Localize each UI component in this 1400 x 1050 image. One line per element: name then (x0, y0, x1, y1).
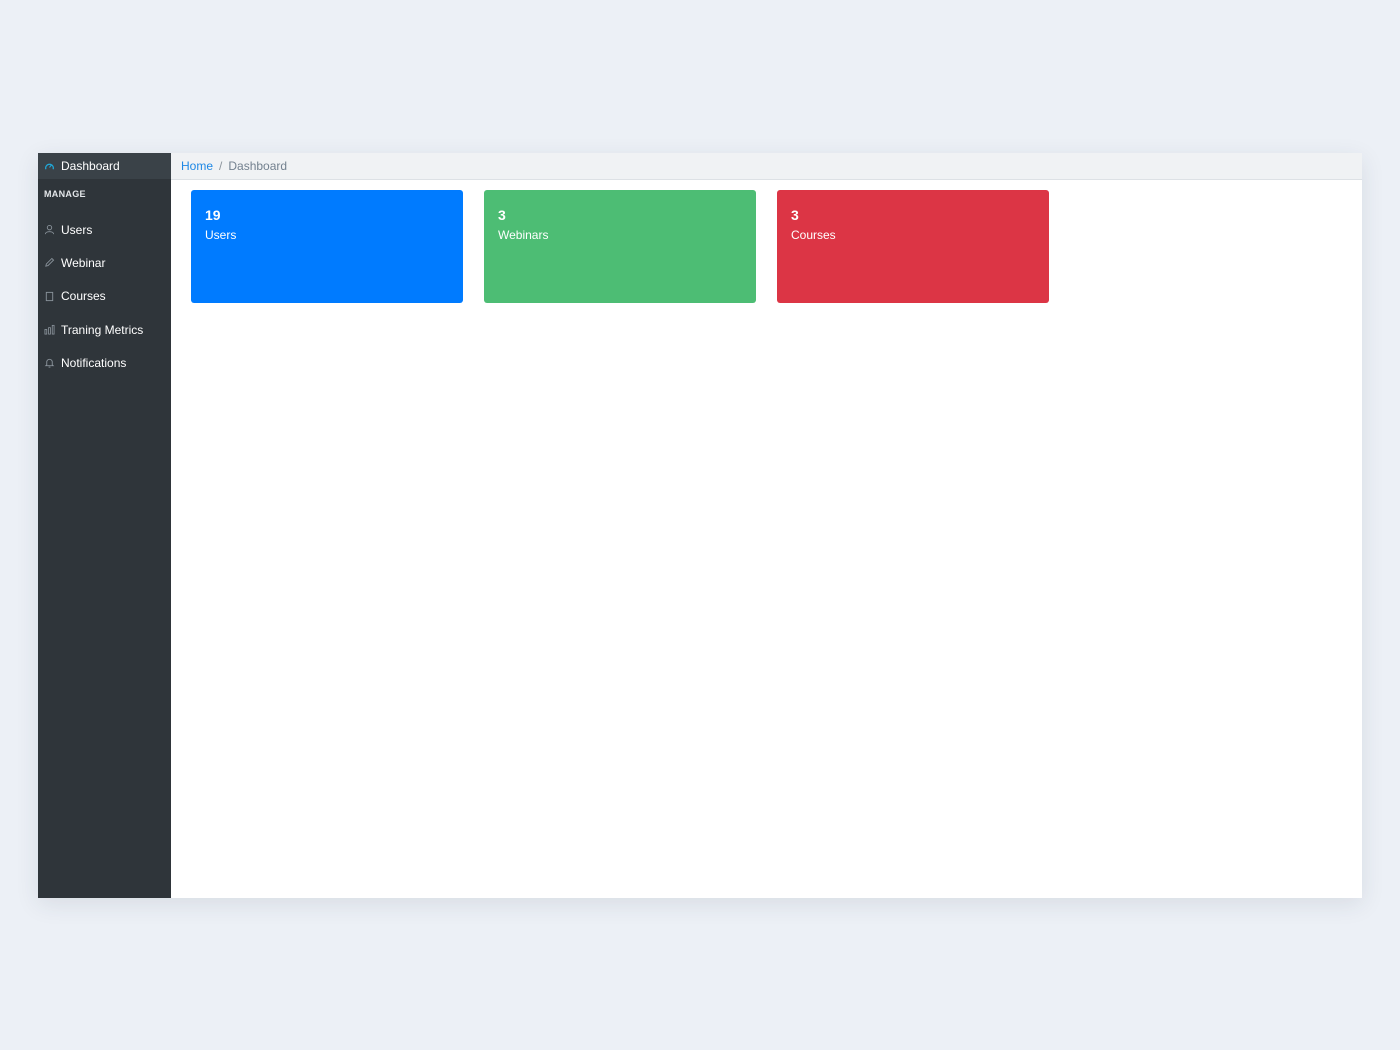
sidebar-item-label: Dashboard (61, 159, 120, 173)
bell-icon (44, 357, 55, 368)
sidebar-item-courses[interactable]: Courses (38, 280, 171, 313)
sidebar-item-dashboard[interactable]: Dashboard (38, 153, 171, 179)
users-stat-card[interactable]: 19 Users (191, 190, 463, 303)
pencil-icon (44, 257, 55, 268)
sidebar: Dashboard MANAGE Users Webinar Courses T… (38, 153, 171, 898)
user-icon (44, 224, 55, 235)
stat-label: Users (205, 228, 237, 242)
sidebar-section-title: MANAGE (44, 189, 86, 199)
app-window: Dashboard MANAGE Users Webinar Courses T… (38, 153, 1362, 898)
book-icon (44, 291, 55, 302)
bar-chart-icon (44, 324, 55, 335)
stat-value: 3 (498, 207, 506, 223)
sidebar-item-label: Courses (61, 289, 106, 304)
breadcrumb-home-link[interactable]: Home (181, 159, 213, 173)
speedometer-icon (44, 161, 55, 172)
sidebar-item-training-metrics[interactable]: Traning Metrics (38, 313, 171, 346)
sidebar-item-label: Users (61, 222, 93, 237)
stat-label: Webinars (498, 228, 549, 242)
sidebar-item-users[interactable]: Users (38, 213, 171, 246)
stat-cards: 19 Users 3 Webinars 3 Courses (171, 180, 1362, 303)
sidebar-item-webinar[interactable]: Webinar (38, 246, 171, 279)
breadcrumb: Home / Dashboard (171, 153, 1362, 180)
sidebar-item-label: Notifications (61, 355, 127, 370)
courses-stat-card[interactable]: 3 Courses (777, 190, 1049, 303)
sidebar-item-notifications[interactable]: Notifications (38, 346, 171, 379)
stat-label: Courses (791, 228, 836, 242)
stat-value: 3 (791, 207, 799, 223)
breadcrumb-current: Dashboard (228, 159, 288, 173)
sidebar-item-label: Webinar (61, 255, 106, 270)
stat-value: 19 (205, 207, 221, 223)
sidebar-item-label: Traning Metrics (61, 322, 144, 337)
breadcrumb-separator: / (219, 159, 223, 173)
webinars-stat-card[interactable]: 3 Webinars (484, 190, 756, 303)
main-content: Home / Dashboard 19 Users 3 Webinars 3 C… (171, 153, 1362, 898)
